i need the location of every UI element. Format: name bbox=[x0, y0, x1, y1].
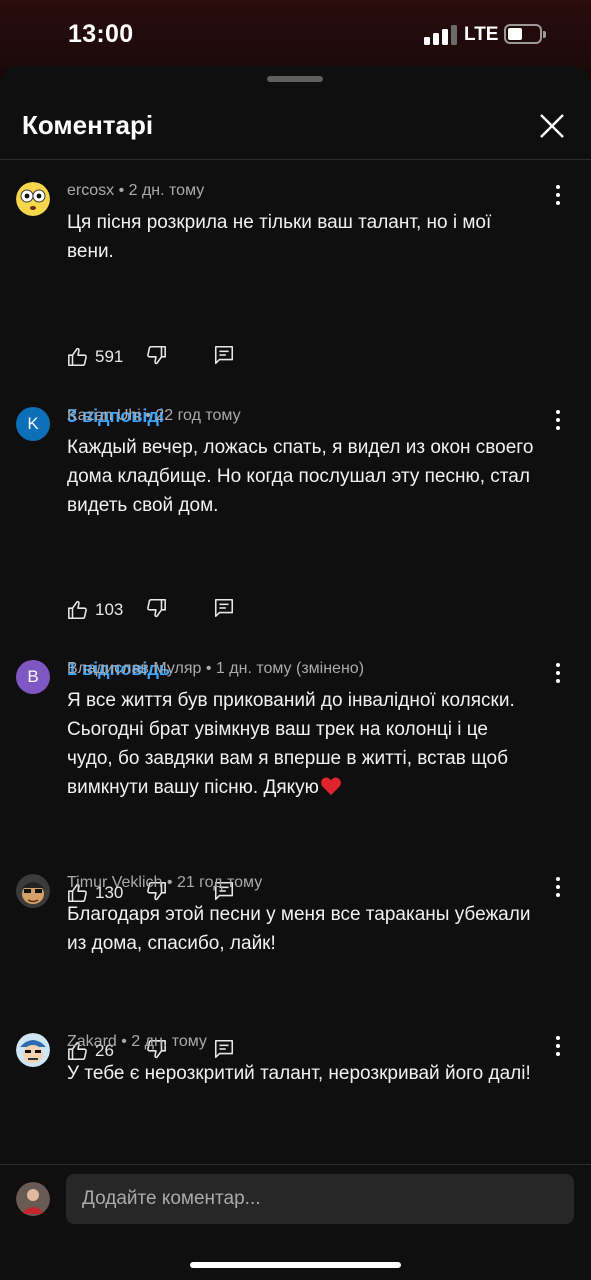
dislike-button[interactable] bbox=[145, 597, 169, 623]
comments-sheet: Коментарі ercosx • 2 дн. тому Ця пісня р… bbox=[0, 66, 591, 1280]
more-options-icon[interactable] bbox=[550, 1033, 566, 1059]
avatar-letter: K bbox=[27, 414, 39, 433]
reply-icon bbox=[214, 345, 234, 365]
letter-avatar[interactable]: В bbox=[16, 660, 50, 694]
comment-meta: Zakard • 2 дн. тому bbox=[67, 1033, 207, 1050]
shocked-emoji-avatar[interactable] bbox=[16, 182, 50, 216]
cartoon-face-avatar[interactable] bbox=[16, 1033, 50, 1067]
comment-time: 2 дн. тому bbox=[128, 182, 205, 199]
comment-text: У тебе є нерозкритий талант, нерозкривай… bbox=[67, 1063, 531, 1084]
author-name[interactable]: Timur Veklich bbox=[67, 874, 162, 891]
heart-icon bbox=[320, 776, 342, 805]
battery-icon bbox=[504, 24, 546, 44]
reply-button[interactable] bbox=[213, 597, 237, 623]
author-name[interactable]: Kazan Uhi bbox=[67, 407, 141, 424]
like-count: 103 bbox=[95, 600, 124, 619]
avatar-letter: В bbox=[27, 667, 39, 686]
like-count: 591 bbox=[95, 347, 124, 366]
comment-time: 2 дн. тому bbox=[131, 1033, 207, 1050]
cartoon-face-avatar[interactable] bbox=[16, 874, 50, 908]
comment-text: Я все життя був прикований до інвалідної… bbox=[67, 690, 515, 798]
more-options-icon[interactable] bbox=[550, 660, 566, 686]
reply-button[interactable] bbox=[213, 344, 237, 370]
comment-time: 1 дн. тому (змінено) bbox=[215, 660, 365, 677]
network-label: LTE bbox=[464, 24, 499, 45]
more-options-icon[interactable] bbox=[550, 407, 566, 433]
status-time: 13:00 bbox=[68, 20, 134, 48]
comment-actions: 591 bbox=[67, 344, 267, 370]
status-bar: 13:00 LTE bbox=[0, 0, 591, 68]
author-name[interactable]: ercosx bbox=[67, 182, 114, 199]
home-indicator[interactable] bbox=[190, 1262, 401, 1268]
comment-text: Благодаря этой песни у меня все тараканы… bbox=[67, 904, 531, 954]
user-avatar[interactable] bbox=[16, 1182, 50, 1216]
composer-divider bbox=[0, 1164, 591, 1165]
letter-avatar[interactable]: K bbox=[16, 407, 50, 441]
more-options-icon[interactable] bbox=[550, 874, 566, 900]
comment-meta: Kazan Uhi • 22 год тому bbox=[67, 407, 241, 424]
comment-time: 21 год тому bbox=[176, 874, 263, 891]
header-divider bbox=[0, 159, 591, 160]
comment-actions: 103 bbox=[67, 597, 267, 623]
panel-title: Коментарі bbox=[22, 110, 154, 140]
reply-icon bbox=[214, 1039, 234, 1059]
comment-time: 22 год тому bbox=[155, 407, 241, 424]
more-options-icon[interactable] bbox=[550, 182, 566, 208]
reply-icon bbox=[214, 598, 234, 618]
author-name[interactable]: Zakard bbox=[67, 1033, 117, 1050]
comment-meta: Владислав Муляр • 1 дн. тому (змінено) bbox=[67, 660, 365, 677]
drag-handle[interactable] bbox=[267, 76, 323, 82]
comment-input[interactable] bbox=[66, 1174, 574, 1224]
comment-text-wrapper: Я все життя був прикований до інвалідної… bbox=[67, 686, 537, 805]
comment-meta: Timur Veklich • 21 год тому bbox=[67, 874, 263, 891]
thumbs-down-icon bbox=[147, 598, 166, 618]
comment-text: Ця пісня розкрила не тільки ваш талант, … bbox=[67, 212, 492, 262]
author-name[interactable]: Владислав Муляр bbox=[67, 660, 201, 677]
comment-meta: ercosx • 2 дн. тому bbox=[67, 182, 205, 199]
like-button[interactable]: 103 bbox=[67, 597, 127, 623]
close-icon[interactable] bbox=[535, 109, 569, 143]
comment-text: Каждый вечер, ложась спать, я видел из о… bbox=[67, 437, 534, 516]
thumbs-up-icon bbox=[68, 600, 87, 620]
like-button[interactable]: 591 bbox=[67, 344, 127, 370]
dislike-button[interactable] bbox=[145, 344, 169, 370]
thumbs-down-icon bbox=[147, 345, 166, 365]
thumbs-up-icon bbox=[68, 347, 87, 367]
signal-icon bbox=[424, 25, 458, 45]
